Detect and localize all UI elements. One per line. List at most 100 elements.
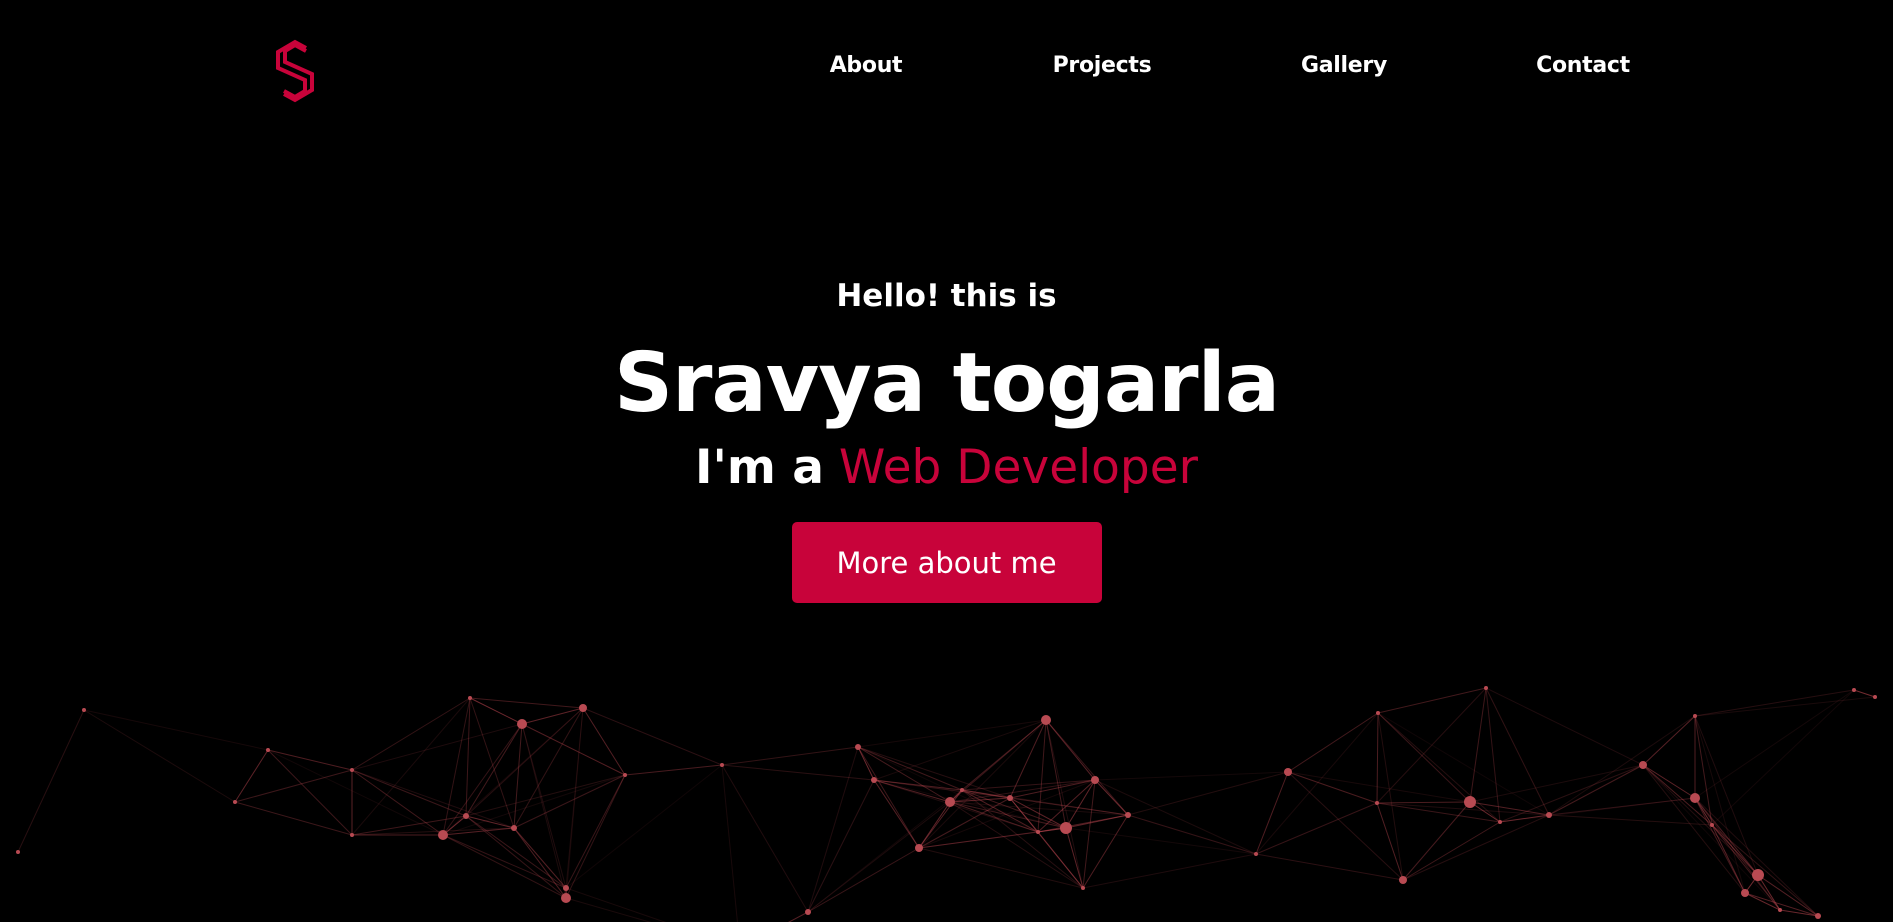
particle-link xyxy=(513,827,567,899)
particle-lines xyxy=(17,687,1876,922)
nav-link-about[interactable]: About xyxy=(830,52,903,80)
particle-link xyxy=(1377,712,1404,881)
particle-link xyxy=(857,746,951,803)
particle-link xyxy=(267,749,444,836)
particle-link xyxy=(1642,715,1696,766)
particle-link xyxy=(1694,715,1746,894)
particle-link xyxy=(1037,827,1067,833)
particle-node xyxy=(623,773,627,777)
particle-link xyxy=(1402,821,1501,881)
particle-link xyxy=(1694,797,1746,894)
particle-link xyxy=(918,779,1096,849)
particle-node xyxy=(511,825,517,831)
particle-link xyxy=(267,749,353,771)
particle-link xyxy=(1499,814,1550,823)
particle-node xyxy=(1752,869,1764,881)
particle-node xyxy=(871,777,877,783)
particle-link xyxy=(442,697,471,836)
particle-link xyxy=(788,911,809,922)
particle-link xyxy=(465,707,584,817)
particle-link xyxy=(807,801,951,913)
particle-link xyxy=(1287,771,1471,803)
particle-link xyxy=(857,746,1011,799)
particle-link xyxy=(857,746,920,849)
particle-link xyxy=(1694,715,1759,876)
particle-node xyxy=(1484,686,1488,690)
particle-link xyxy=(1045,719,1129,816)
particle-link xyxy=(1711,824,1781,911)
particle-link xyxy=(469,697,584,709)
particle-link xyxy=(442,834,567,899)
particle-node xyxy=(1815,913,1821,919)
particle-link xyxy=(513,774,626,829)
particle-link xyxy=(961,789,1084,889)
particle-link xyxy=(873,779,1011,799)
particle-link xyxy=(513,707,584,829)
particle-link xyxy=(1037,814,1129,833)
hero-section: Hello! this is Sravya togarla I'm a Web … xyxy=(0,270,1893,603)
particle-node xyxy=(561,893,571,903)
particle-link xyxy=(1009,797,1084,889)
particle-link xyxy=(807,789,963,913)
particle-link xyxy=(1127,814,1257,855)
particle-link xyxy=(1376,687,1487,804)
hero-role-prefix: I'm a xyxy=(694,440,824,495)
nav-link-gallery[interactable]: Gallery xyxy=(1301,52,1387,80)
particle-link xyxy=(807,746,859,913)
more-about-me-button[interactable]: More about me xyxy=(791,522,1102,603)
particle-link xyxy=(1694,797,1781,911)
particle-link xyxy=(1255,712,1379,855)
particle-nodes xyxy=(16,686,1877,919)
particle-link xyxy=(1255,771,1289,855)
particle-node xyxy=(1081,886,1085,890)
particle-link xyxy=(17,709,85,853)
particle-link xyxy=(351,769,444,836)
particle-node xyxy=(1778,908,1782,912)
particle-node xyxy=(266,748,270,752)
particle-link xyxy=(961,789,1067,829)
particle-node xyxy=(855,744,861,750)
particle-link xyxy=(469,697,626,776)
nav-link-contact[interactable]: Contact xyxy=(1536,52,1630,80)
hero-name: Sravya togarla xyxy=(613,336,1280,431)
particle-link xyxy=(1711,824,1746,894)
particle-link xyxy=(1485,687,1501,823)
particle-link xyxy=(465,723,523,817)
particle-link xyxy=(521,723,626,776)
particle-node xyxy=(1852,688,1856,692)
particle-link xyxy=(521,723,567,899)
particle-node xyxy=(16,850,20,854)
particle-link xyxy=(1548,764,1644,816)
particle-link xyxy=(1744,892,1819,917)
particle-node xyxy=(350,768,354,772)
particle-link xyxy=(1694,797,1759,876)
particle-node xyxy=(1060,822,1072,834)
particle-link xyxy=(1255,853,1404,881)
particle-link xyxy=(1694,689,1855,799)
particle-link xyxy=(1499,764,1644,823)
particle-link xyxy=(513,827,567,889)
particle-link xyxy=(1853,689,1876,698)
particle-link xyxy=(721,764,809,913)
particle-node xyxy=(915,844,923,852)
particle-link xyxy=(807,779,875,913)
particle-node xyxy=(1041,715,1051,725)
particle-link xyxy=(1045,719,1067,829)
nav-link-projects[interactable]: Projects xyxy=(1053,52,1152,80)
particle-link xyxy=(442,827,515,836)
particle-link xyxy=(1642,764,1781,911)
particle-link xyxy=(1376,802,1404,881)
particle-node xyxy=(563,885,569,891)
particle-link xyxy=(949,779,1096,803)
particle-link xyxy=(949,789,963,803)
particle-node xyxy=(463,813,469,819)
particle-link xyxy=(465,815,567,889)
particle-link xyxy=(351,815,467,836)
particle-link xyxy=(918,797,1011,849)
particle-node xyxy=(1007,795,1013,801)
particle-link xyxy=(949,797,1011,803)
particle-link xyxy=(234,769,353,803)
particle-link xyxy=(873,779,1039,833)
particle-node xyxy=(720,763,724,767)
particle-link xyxy=(721,764,738,922)
